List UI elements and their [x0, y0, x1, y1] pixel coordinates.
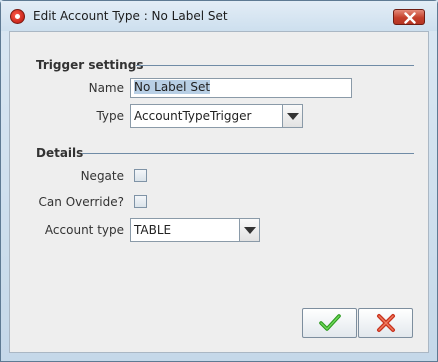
type-combobox[interactable]: AccountTypeTrigger [130, 104, 303, 128]
trigger-settings-divider [136, 65, 414, 66]
name-field-value: No Label Set [134, 80, 211, 94]
can-override-checkbox[interactable] [134, 195, 147, 208]
chevron-down-icon[interactable] [282, 105, 302, 127]
close-icon [404, 12, 416, 24]
negate-checkbox[interactable] [134, 169, 147, 182]
can-override-label: Can Override? [38, 195, 124, 209]
edit-account-type-dialog: Edit Account Type : No Label Set Trigger… [0, 0, 438, 362]
name-label: Name [88, 81, 124, 95]
account-type-label: Account type [44, 223, 124, 237]
window-title: Edit Account Type : No Label Set [33, 9, 228, 23]
dialog-content: Trigger settings Name No Label Set Type … [9, 31, 429, 353]
close-button[interactable] [393, 9, 425, 25]
cancel-button[interactable] [358, 308, 413, 338]
x-icon [377, 314, 395, 332]
details-heading: Details [36, 146, 84, 160]
ok-button[interactable] [302, 308, 357, 338]
account-type-combobox-value: TABLE [134, 223, 172, 237]
trigger-settings-heading: Trigger settings [36, 58, 144, 72]
details-divider [82, 153, 414, 154]
negate-label: Negate [80, 169, 124, 183]
account-type-combobox[interactable]: TABLE [130, 218, 260, 242]
type-combobox-value: AccountTypeTrigger [134, 109, 252, 123]
name-field[interactable]: No Label Set [130, 78, 352, 98]
checkmark-icon [319, 314, 341, 331]
type-label: Type [96, 109, 124, 123]
app-icon [10, 9, 25, 24]
chevron-down-icon[interactable] [239, 219, 259, 241]
title-bar[interactable]: Edit Account Type : No Label Set [1, 1, 437, 31]
